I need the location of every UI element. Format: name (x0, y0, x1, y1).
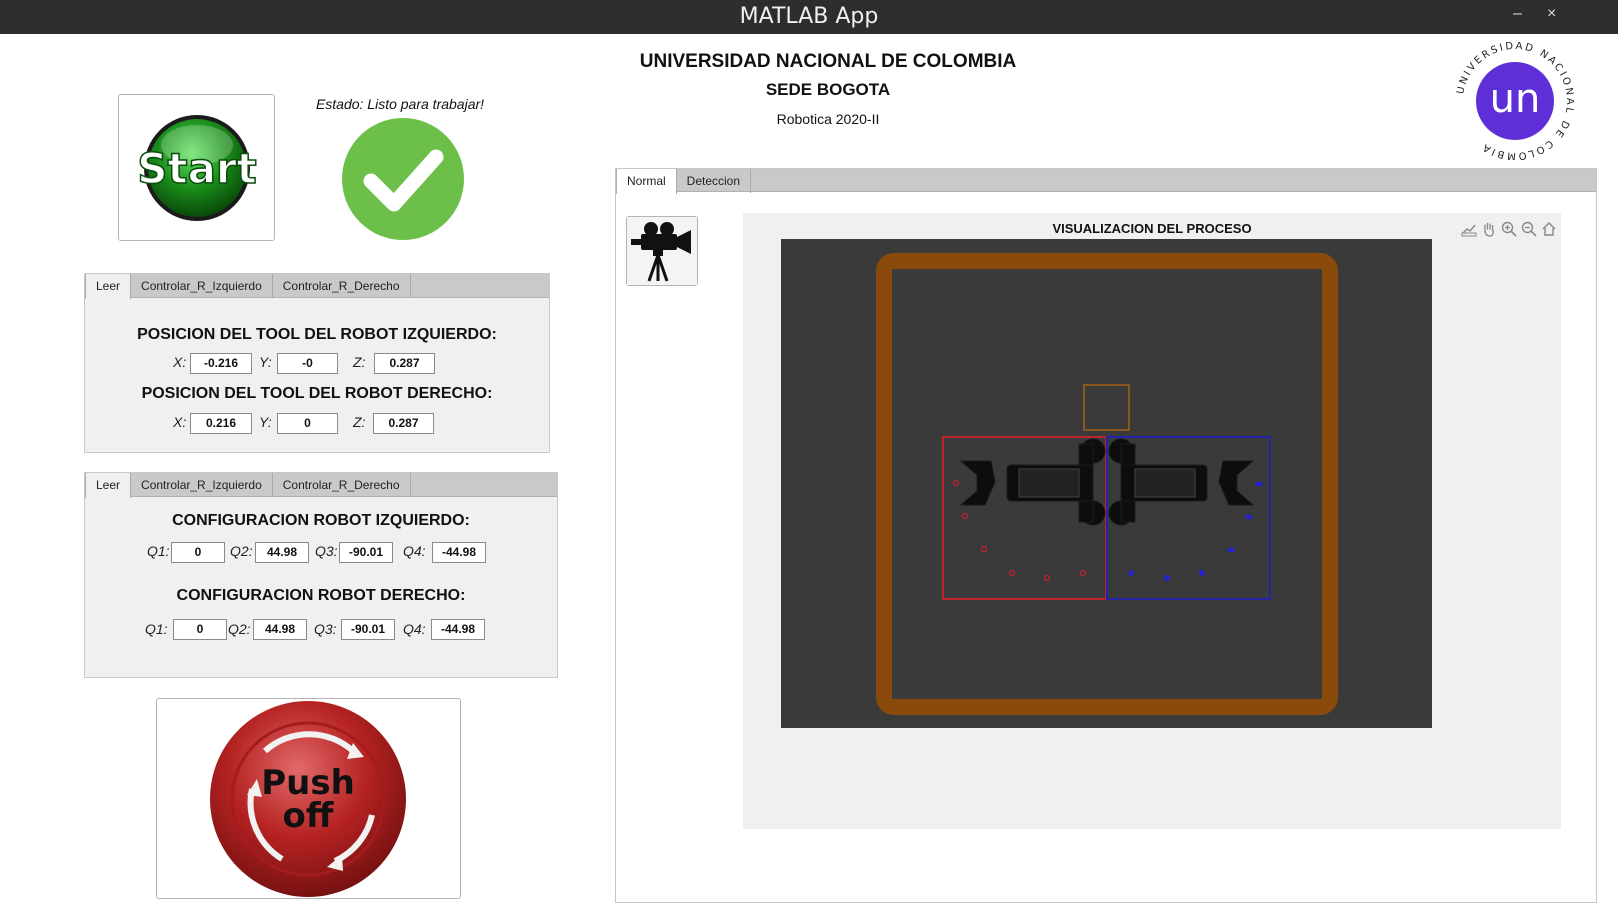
left-q4-label: Q4: (403, 543, 426, 559)
right-q3-field[interactable]: -90.01 (341, 619, 395, 640)
window-titlebar: MATLAB App – × (0, 0, 1618, 34)
push-off-button[interactable]: Push off (156, 698, 461, 899)
left-x-field[interactable]: -0.216 (190, 353, 252, 374)
left-q3-field[interactable]: -90.01 (339, 542, 393, 563)
tab-controlar-r-izquierdo[interactable]: Controlar_R_Izquierdo (131, 274, 273, 298)
right-q1-field[interactable]: 0 (173, 619, 227, 640)
close-button[interactable]: × (1547, 5, 1556, 23)
minimize-button[interactable]: – (1513, 5, 1522, 23)
camera-tripod-icon (627, 217, 697, 285)
left-q1-field[interactable]: 0 (171, 542, 225, 563)
axes-title: VISUALIZACION DEL PROCESO (1052, 221, 1252, 236)
tab-leer[interactable]: Leer (85, 473, 132, 498)
left-q2-field[interactable]: 44.98 (255, 542, 309, 563)
right-y-label: Y: (259, 414, 272, 430)
tab-normal[interactable]: Normal (616, 169, 677, 194)
left-config-title: CONFIGURACION ROBOT IZQUIERDO: (172, 512, 470, 529)
left-q4-field[interactable]: -44.98 (432, 542, 486, 563)
off-label: off (283, 796, 334, 836)
left-y-field[interactable]: -0 (277, 353, 338, 374)
left-q1-label: Q1: (147, 543, 170, 559)
course-subtitle: Robotica 2020-II (776, 111, 880, 127)
right-q2-label: Q2: (228, 621, 251, 637)
left-q3-label: Q3: (315, 543, 338, 559)
right-z-field[interactable]: 0.287 (373, 413, 434, 434)
status-text: Estado: Listo para trabajar! (315, 96, 485, 112)
right-q3-label: Q3: (314, 621, 337, 637)
right-config-title: CONFIGURACION ROBOT DERECHO: (176, 587, 466, 604)
right-q1-label: Q1: (145, 621, 168, 637)
green-start-button-icon: Start (137, 115, 257, 221)
left-x-label: X: (173, 354, 187, 370)
window-title: MATLAB App (739, 4, 879, 29)
tab-deteccion[interactable]: Deteccion (677, 169, 752, 193)
config-tab-group: Leer Controlar_R_Izquierdo Controlar_R_D… (84, 472, 558, 678)
config-tab-strip: Leer Controlar_R_Izquierdo Controlar_R_D… (85, 473, 557, 498)
right-y-field[interactable]: 0 (277, 413, 338, 434)
position-tab-group: Leer Controlar_R_Izquierdo Controlar_R_D… (84, 273, 550, 453)
view-tab-strip: Normal Deteccion (616, 169, 1596, 194)
tab-controlar-r-derecho[interactable]: Controlar_R_Derecho (273, 274, 411, 298)
left-y-label: Y: (259, 354, 272, 370)
left-tool-position-title: POSICION DEL TOOL DEL ROBOT IZQUIERDO: (137, 326, 497, 343)
tab-controlar-r-izquierdo[interactable]: Controlar_R_Izquierdo (131, 473, 273, 497)
logo-mark: un (1490, 76, 1541, 122)
start-label: Start (137, 144, 256, 193)
check-circle-icon (341, 117, 465, 241)
right-tool-position-title: POSICION DEL TOOL DEL ROBOT DERECHO: (141, 385, 493, 402)
pan-hand-icon[interactable] (1481, 221, 1497, 237)
right-q4-label: Q4: (403, 621, 426, 637)
university-title: UNIVERSIDAD NACIONAL DE COLOMBIA (639, 51, 1017, 72)
left-q2-label: Q2: (230, 543, 253, 559)
left-z-label: Z: (353, 354, 366, 370)
process-scene (781, 239, 1432, 728)
view-tab-group: Normal Deteccion VISUALIZACION DEL PROCE… (615, 168, 1597, 903)
left-z-field[interactable]: 0.287 (374, 353, 435, 374)
home-icon[interactable] (1541, 221, 1557, 237)
process-axes: VISUALIZACION DEL PROCESO (743, 213, 1561, 829)
app-body: UNIVERSIDAD NACIONAL DE COLOMBIA SEDE BO… (0, 34, 1618, 916)
university-logo: UNIVERSIDAD NACIONAL DE COLOMBIA un (1455, 41, 1574, 161)
export-icon[interactable] (1461, 221, 1477, 237)
right-q4-field[interactable]: -44.98 (431, 619, 485, 640)
camera-button[interactable] (626, 216, 698, 286)
start-button[interactable]: Start (118, 94, 275, 241)
right-q2-field[interactable]: 44.98 (253, 619, 307, 640)
campus-title: SEDE BOGOTA (765, 80, 891, 99)
zoom-out-icon[interactable] (1521, 221, 1537, 237)
right-z-label: Z: (353, 414, 366, 430)
zoom-in-icon[interactable] (1501, 221, 1517, 237)
right-x-label: X: (173, 414, 187, 430)
tab-controlar-r-derecho[interactable]: Controlar_R_Derecho (273, 473, 411, 497)
tab-leer[interactable]: Leer (85, 274, 132, 299)
position-tab-strip: Leer Controlar_R_Izquierdo Controlar_R_D… (85, 274, 549, 299)
red-emergency-button-icon: Push off (210, 699, 406, 898)
right-x-field[interactable]: 0.216 (190, 413, 252, 434)
